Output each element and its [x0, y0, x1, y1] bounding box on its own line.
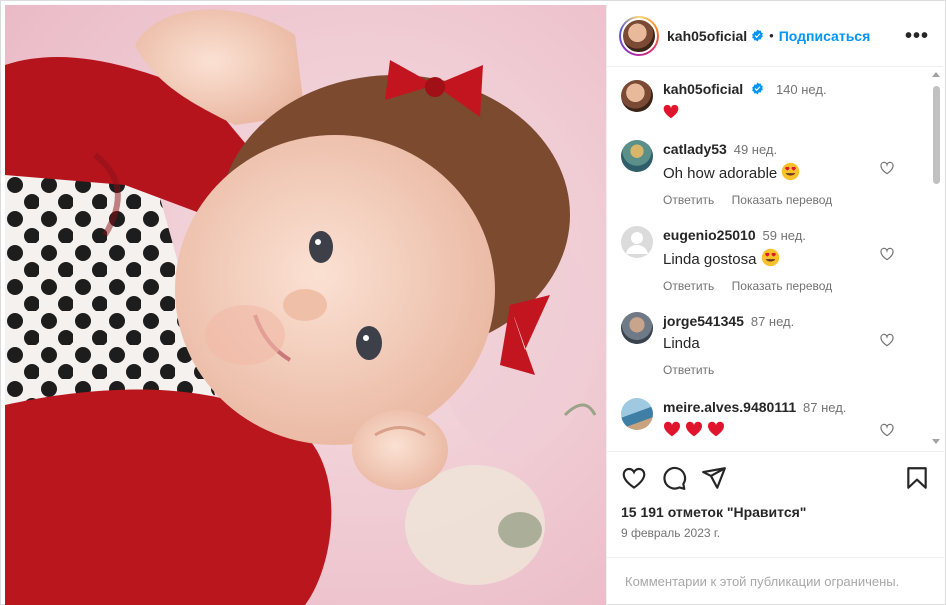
red-heart-emoji-icon [663, 421, 681, 437]
comment-avatar[interactable] [621, 312, 653, 344]
heart-icon[interactable] [879, 332, 895, 348]
post-actions-bar: 15 191 отметок "Нравится" 9 февраль 2023… [607, 451, 944, 561]
red-heart-emoji-icon [663, 104, 679, 119]
likes-count[interactable]: 15 191 отметок "Нравится" [621, 504, 930, 520]
comment-text: Linda gostosa [663, 248, 913, 270]
comments-restricted-notice: Комментарии к этой публикации ограничены… [607, 557, 944, 605]
comment-item: meire.alves.9480111 87 нед. [621, 398, 921, 440]
reply-button[interactable]: Ответить [663, 363, 714, 377]
bookmark-icon[interactable] [904, 465, 930, 491]
comment-username[interactable]: eugenio25010 [663, 227, 756, 243]
heart-icon[interactable] [621, 465, 647, 491]
comment-username[interactable]: catlady53 [663, 141, 727, 157]
heart-eyes-emoji-icon [782, 162, 800, 181]
comment-avatar[interactable] [621, 226, 653, 258]
more-options-icon[interactable]: ••• [905, 26, 929, 46]
post-header: kah05oficial • Подписаться ••• [607, 5, 943, 67]
post-photo[interactable] [5, 5, 606, 605]
comment-time[interactable]: 49 нед. [734, 142, 777, 157]
caption-username[interactable]: kah05oficial [663, 81, 743, 97]
default-user-icon [626, 232, 648, 254]
comment-time[interactable]: 87 нед. [803, 400, 846, 415]
comment-text-value: Linda gostosa [663, 251, 757, 268]
comment-username[interactable]: jorge541345 [663, 313, 744, 329]
show-translation-button[interactable]: Показать перевод [732, 279, 833, 293]
reply-button[interactable]: Ответить [663, 279, 714, 293]
instagram-post-window: kah05oficial • Подписаться ••• kah05ofic… [0, 0, 946, 605]
caption-time[interactable]: 140 нед. [776, 82, 827, 97]
comment-text [663, 420, 913, 440]
separator-dot: • [769, 28, 774, 43]
post-date[interactable]: 9 февраль 2023 г. [621, 526, 930, 540]
share-icon[interactable] [701, 465, 727, 491]
post-details-panel: kah05oficial • Подписаться ••• kah05ofic… [606, 5, 944, 605]
comment-item: catlady53 49 нед. Oh how adorable Ответи… [621, 140, 921, 207]
comment-time[interactable]: 59 нед. [763, 228, 806, 243]
scroll-up-arrow-icon[interactable] [932, 72, 940, 77]
caption-avatar[interactable] [621, 80, 653, 112]
comment-text: Oh how adorable [663, 162, 913, 184]
red-heart-emoji-icon [708, 421, 725, 437]
comments-scrollbar[interactable] [931, 72, 941, 444]
author-username[interactable]: kah05oficial [667, 28, 747, 44]
verified-badge-icon [752, 82, 763, 95]
comment-item: jorge541345 87 нед. Linda Ответить [621, 312, 921, 377]
author-avatar[interactable] [619, 15, 659, 56]
show-translation-button[interactable]: Показать перевод [732, 193, 833, 207]
heart-icon[interactable] [879, 246, 895, 262]
comment-time[interactable]: 87 нед. [751, 314, 794, 329]
reply-button[interactable]: Ответить [663, 193, 714, 207]
heart-eyes-emoji-icon [761, 248, 779, 267]
verified-badge-icon [752, 29, 764, 42]
comment-avatar[interactable] [621, 398, 653, 430]
comments-list[interactable]: kah05oficial 140 нед. catlady53 49 нед. … [607, 68, 944, 451]
follow-button[interactable]: Подписаться [779, 28, 871, 44]
scroll-thumb[interactable] [933, 86, 940, 184]
comment-icon[interactable] [661, 465, 687, 491]
caption-item: kah05oficial 140 нед. [621, 80, 921, 122]
red-heart-emoji-icon [686, 421, 703, 437]
comment-text-value: Oh how adorable [663, 165, 778, 182]
comment-username[interactable]: meire.alves.9480111 [663, 399, 796, 415]
scroll-down-arrow-icon[interactable] [932, 439, 940, 444]
comment-avatar[interactable] [621, 140, 653, 172]
heart-icon[interactable] [879, 422, 895, 438]
heart-icon[interactable] [879, 160, 895, 176]
comment-item: eugenio25010 59 нед. Linda gostosa Ответ… [621, 226, 921, 293]
comment-text: Linda [663, 335, 700, 352]
caption-text [663, 102, 913, 122]
baby-photo-illustration [5, 5, 606, 605]
